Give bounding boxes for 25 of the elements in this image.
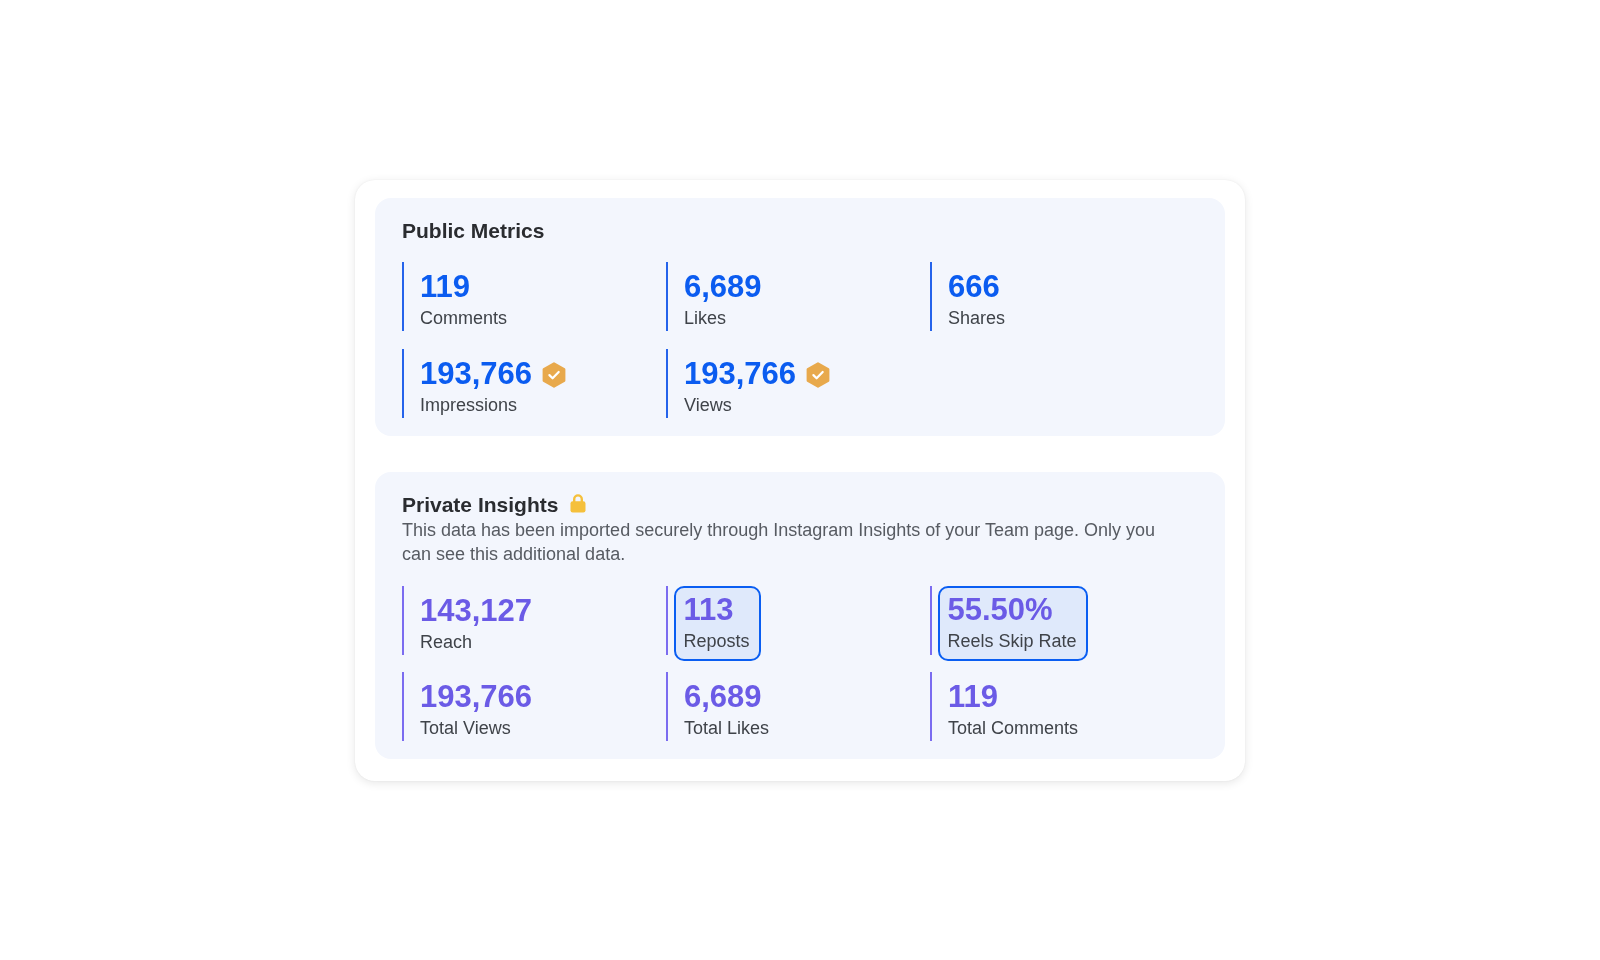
metric-label: Reposts [683, 630, 750, 653]
metric-label: Views [684, 393, 733, 417]
section-title: Private Insights [402, 491, 559, 518]
section-description: This data has been imported securely through Instagram Insights of your Team page. Only you can see this additional data. [402, 518, 1157, 566]
metric-label: Reach [420, 630, 474, 654]
metric-value: 113 [683, 591, 734, 629]
section-title: Public Metrics [402, 217, 545, 244]
metric-label: Reels Skip Rate [947, 630, 1077, 653]
metric-value: 119 [420, 267, 470, 306]
metric-value: 193,766 [420, 677, 533, 716]
metric-value: 55.50% [947, 591, 1053, 629]
metric-value: 119 [948, 677, 998, 716]
metric-value: 193,766 [684, 354, 797, 393]
metric-label: Shares [948, 306, 1006, 330]
metric-label: Total Likes [684, 716, 770, 740]
metric-label: Total Comments [948, 716, 1079, 740]
metric-value: 666 [948, 267, 1000, 306]
metric-label: Impressions [420, 393, 519, 417]
metric-value: 193,766 [420, 354, 533, 393]
metric-label: Comments [420, 306, 508, 330]
metric-label: Total Views [420, 716, 512, 740]
metric-value: 6,689 [684, 267, 762, 306]
metric-value: 143,127 [420, 591, 533, 630]
metric-label: Likes [684, 306, 728, 330]
metric-value: 6,689 [684, 677, 762, 716]
